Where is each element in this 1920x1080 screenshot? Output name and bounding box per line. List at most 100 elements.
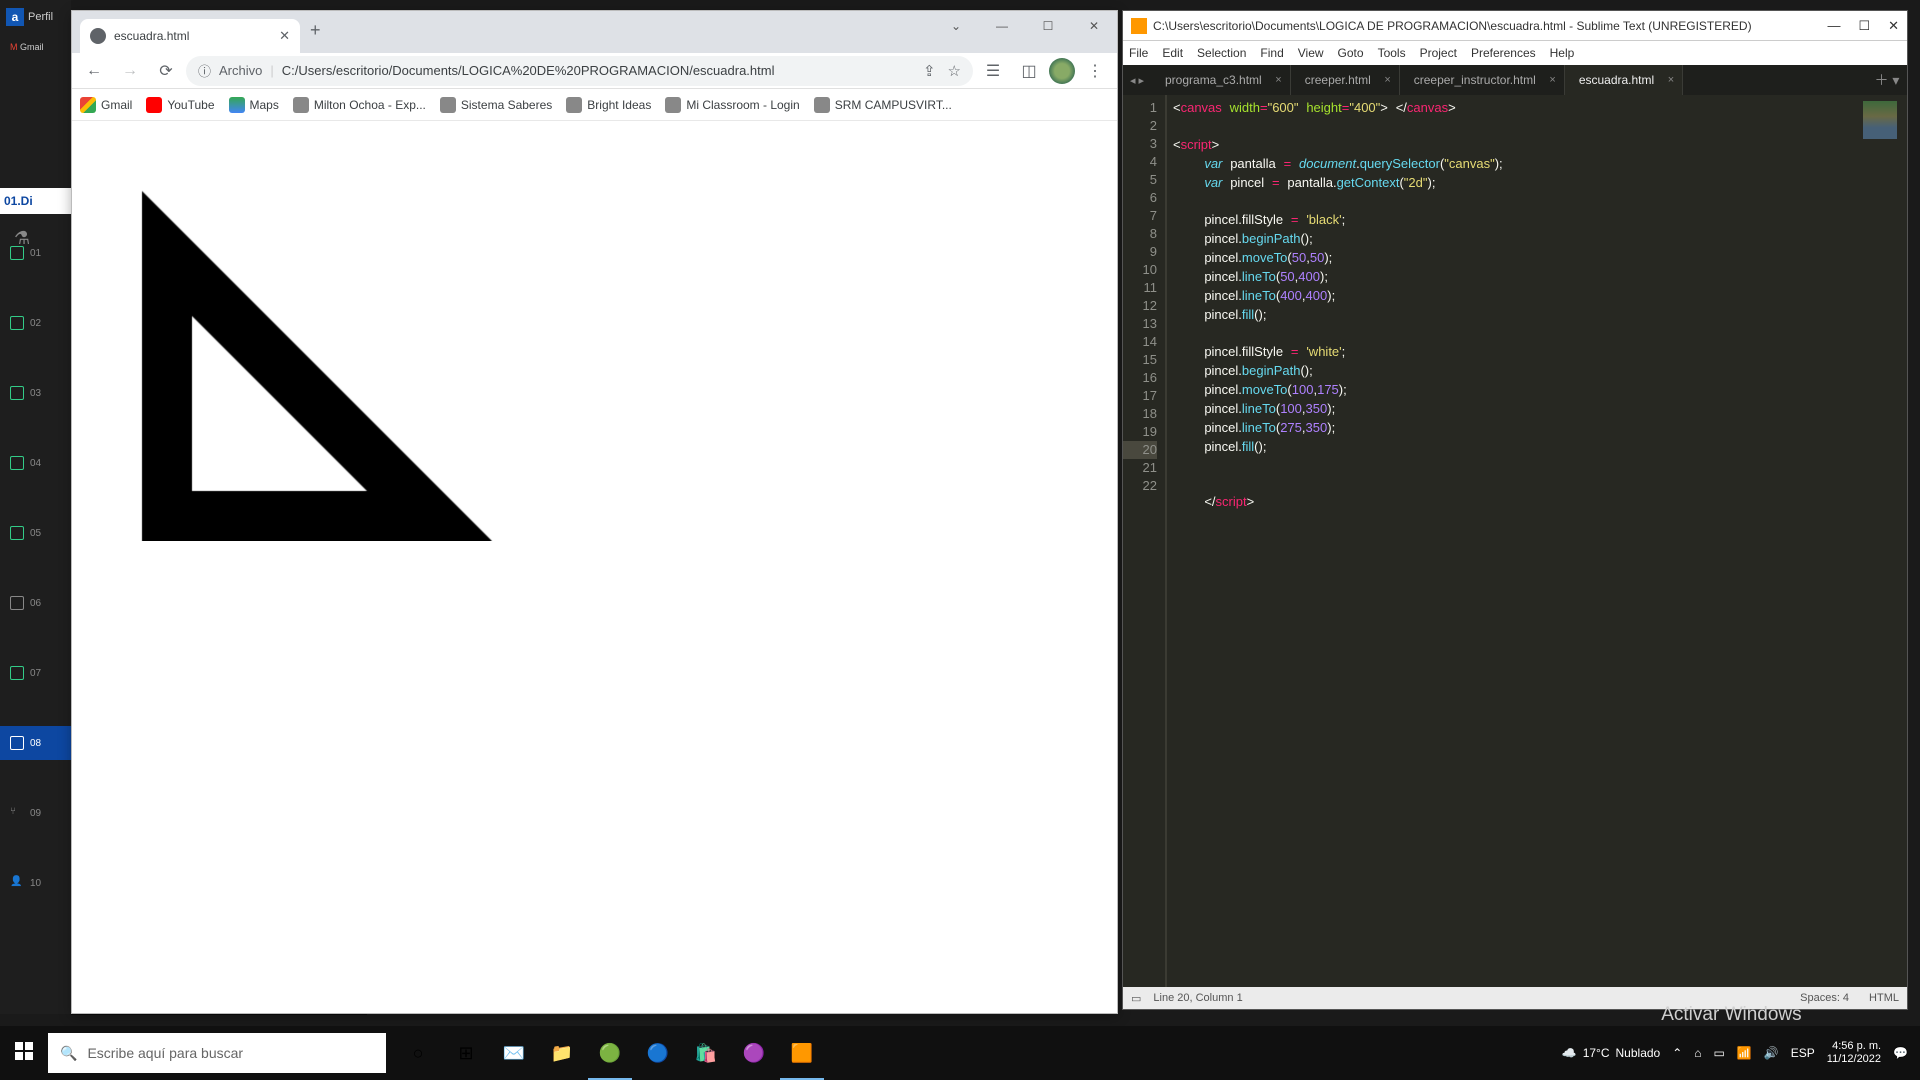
windows-taskbar: 🔍 Escribe aquí para buscar ○ ⊞ ✉️ 📁 🟢 🔵 … (0, 1026, 1920, 1080)
background-app-sidebar: a Perfil M Gmail 01.Di ⚗ 01 02 03 04 05 … (0, 0, 71, 1014)
menu-preferences[interactable]: Preferences (1471, 46, 1536, 60)
onedrive-icon[interactable]: ⌂ (1694, 1046, 1701, 1060)
bookmark-gmail[interactable]: Gmail (80, 97, 132, 113)
bg-gmail-label: M Gmail (10, 42, 44, 52)
notifications-icon[interactable]: 💬 (1893, 1046, 1908, 1060)
bg-item-02[interactable]: 02 (0, 306, 71, 340)
bookmark-bright[interactable]: Bright Ideas (566, 97, 651, 113)
tab-escuadra[interactable]: escuadra.html× (1565, 65, 1683, 95)
tab-close-icon[interactable]: ✕ (279, 28, 290, 44)
start-button[interactable] (0, 1026, 48, 1080)
menu-goto[interactable]: Goto (1338, 46, 1364, 60)
browser-tab[interactable]: escuadra.html ✕ (80, 19, 300, 53)
new-tab-button[interactable]: + (300, 20, 331, 41)
watermark-title: Activar Windows (1661, 1004, 1884, 1026)
chrome-minimize[interactable]: — (979, 11, 1025, 41)
sublime-minimize[interactable]: — (1827, 18, 1840, 34)
sublime-close[interactable]: ✕ (1888, 18, 1899, 34)
menu-find[interactable]: Find (1260, 46, 1283, 60)
canvas-output (92, 141, 692, 541)
store-icon[interactable]: 🛍️ (682, 1026, 730, 1080)
cortana-icon[interactable]: ○ (394, 1026, 442, 1080)
forward-button[interactable]: → (114, 55, 146, 87)
bg-item-08[interactable]: 08 (0, 726, 71, 760)
bg-item-06[interactable]: 06 (0, 586, 71, 620)
clock[interactable]: 4:56 p. m. 11/12/2022 (1827, 1040, 1881, 1066)
bookmark-srm[interactable]: SRM CAMPUSVIRT... (814, 97, 952, 113)
tab-programa[interactable]: programa_c3.html× (1151, 65, 1291, 95)
menu-view[interactable]: View (1298, 46, 1324, 60)
chevron-up-icon[interactable]: ⌃ (1672, 1046, 1682, 1060)
bg-item-01[interactable]: 01 (0, 236, 71, 270)
tab-add-dropdown[interactable]: ＋ ▾ (1867, 65, 1907, 95)
bg-item-05[interactable]: 05 (0, 516, 71, 550)
sublime-titlebar[interactable]: C:\Users\escritorio\Documents\LOGICA DE … (1123, 11, 1907, 41)
star-icon[interactable]: ☆ (948, 62, 961, 80)
chrome-toolbar: ← → ⟳ ⓘ Archivo | C:/Users/escritorio/Do… (72, 53, 1117, 89)
bookmark-youtube[interactable]: YouTube (146, 97, 214, 113)
bookmark-saberes[interactable]: Sistema Saberes (440, 97, 552, 113)
sublime-app-icon (1131, 18, 1147, 34)
sublime-maximize[interactable]: ☐ (1858, 18, 1870, 34)
site-info-icon[interactable]: ⓘ (198, 61, 211, 80)
bg-item-07[interactable]: 07 (0, 656, 71, 690)
tab-creeper[interactable]: creeper.html× (1291, 65, 1400, 95)
task-view-icon[interactable]: ⊞ (442, 1026, 490, 1080)
bg-item-09[interactable]: ⑂09 (0, 796, 71, 830)
tab-close-icon[interactable]: × (1384, 74, 1390, 86)
chrome-close[interactable]: ✕ (1071, 11, 1117, 41)
weather-widget[interactable]: ☁️ 17°C Nublado (1562, 1046, 1660, 1060)
tab-history-icon[interactable]: ◂ ▸ (1123, 65, 1151, 95)
mail-icon[interactable]: ✉️ (490, 1026, 538, 1080)
status-language[interactable]: HTML (1869, 992, 1899, 1004)
tab-close-icon[interactable]: × (1549, 74, 1555, 86)
flask-icon: ⚗ (14, 228, 30, 249)
sublime-icon[interactable]: 🟧 (778, 1026, 826, 1080)
status-panel-icon[interactable]: ▭ (1131, 992, 1141, 1005)
bg-item-03[interactable]: 03 (0, 376, 71, 410)
menu-project[interactable]: Project (1420, 46, 1457, 60)
menu-selection[interactable]: Selection (1197, 46, 1246, 60)
volume-icon[interactable]: 🔊 (1764, 1046, 1779, 1060)
tab-close-icon[interactable]: × (1275, 74, 1281, 86)
minimap[interactable] (1857, 95, 1907, 987)
side-panel-icon[interactable]: ◫ (1013, 55, 1045, 87)
chrome-maximize[interactable]: ☐ (1025, 11, 1071, 41)
chrome-menu-icon[interactable]: ⋮ (1079, 55, 1111, 87)
reading-list-icon[interactable]: ☰ (977, 55, 1009, 87)
app-icon[interactable]: 🟣 (730, 1026, 778, 1080)
bookmark-milton[interactable]: Milton Ochoa - Exp... (293, 97, 426, 113)
bg-item-04[interactable]: 04 (0, 446, 71, 480)
taskbar-search[interactable]: 🔍 Escribe aquí para buscar (48, 1033, 386, 1073)
bookmark-classroom[interactable]: Mi Classroom - Login (665, 97, 799, 113)
ime-indicator[interactable]: ESP (1791, 1046, 1815, 1060)
bg-section-01: 01.Di (0, 188, 71, 214)
menu-edit[interactable]: Edit (1162, 46, 1183, 60)
bookmark-maps[interactable]: Maps (229, 97, 279, 113)
address-bar[interactable]: ⓘ Archivo | C:/Users/escritorio/Document… (186, 56, 973, 86)
tab-close-icon[interactable]: × (1668, 74, 1674, 86)
sublime-tabbar: ◂ ▸ programa_c3.html× creeper.html× cree… (1123, 65, 1907, 95)
code-editor[interactable]: <canvas width="600" height="400"> </canv… (1167, 95, 1857, 987)
line-number-gutter[interactable]: 12345678910111213141516171819202122 (1123, 95, 1167, 987)
edge-icon[interactable]: 🔵 (634, 1026, 682, 1080)
omnibox-url: C:/Users/escritorio/Documents/LOGICA%20D… (282, 63, 775, 78)
status-spaces[interactable]: Spaces: 4 (1800, 992, 1849, 1004)
battery-icon[interactable]: ▭ (1714, 1046, 1725, 1060)
back-button[interactable]: ← (78, 55, 110, 87)
bg-item-10[interactable]: 👤10 (0, 866, 71, 900)
bookmarks-bar: Gmail YouTube Maps Milton Ochoa - Exp...… (72, 89, 1117, 121)
network-icon[interactable]: 📶 (1737, 1046, 1752, 1060)
chrome-dropdown-icon[interactable]: ⌄ (933, 11, 979, 41)
share-icon[interactable]: ⇪ (923, 62, 936, 80)
menu-tools[interactable]: Tools (1378, 46, 1406, 60)
menu-file[interactable]: File (1129, 46, 1148, 60)
reload-button[interactable]: ⟳ (150, 55, 182, 87)
menu-help[interactable]: Help (1550, 46, 1575, 60)
chrome-icon[interactable]: 🟢 (586, 1026, 634, 1080)
profile-avatar[interactable] (1049, 58, 1075, 84)
tab-creeper-instructor[interactable]: creeper_instructor.html× (1400, 65, 1565, 95)
chrome-window: escuadra.html ✕ + ⌄ — ☐ ✕ ← → ⟳ ⓘ Archiv… (71, 10, 1118, 1014)
system-tray: ☁️ 17°C Nublado ⌃ ⌂ ▭ 📶 🔊 ESP 4:56 p. m.… (1562, 1040, 1920, 1066)
file-explorer-icon[interactable]: 📁 (538, 1026, 586, 1080)
